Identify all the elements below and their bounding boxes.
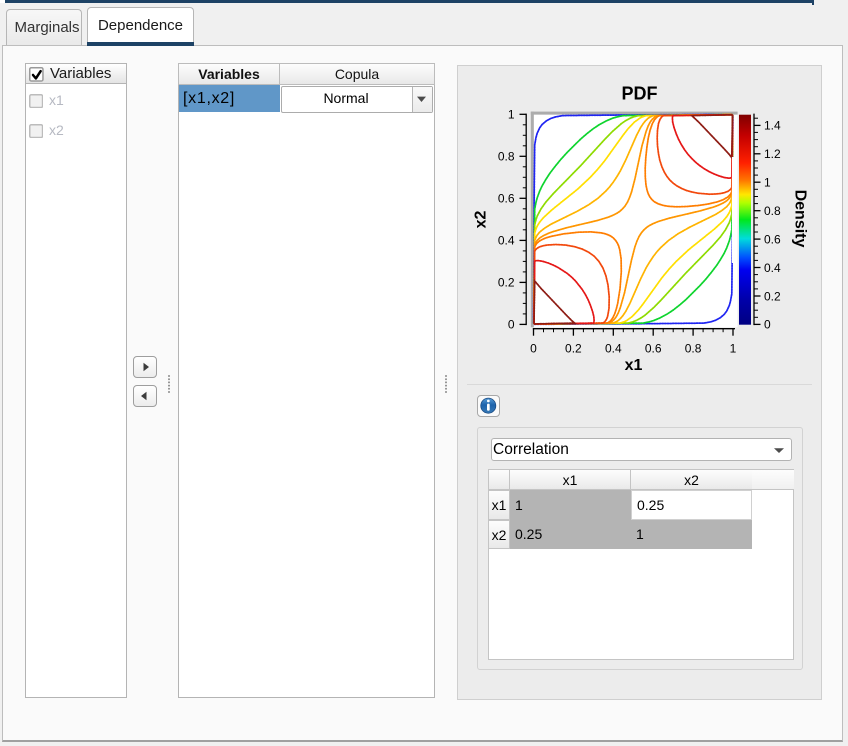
- svg-text:0.4: 0.4: [605, 342, 622, 356]
- svg-text:1: 1: [508, 108, 515, 122]
- svg-text:x1: x1: [625, 357, 643, 374]
- svg-text:0.6: 0.6: [645, 342, 662, 356]
- svg-text:0.2: 0.2: [498, 276, 515, 290]
- svg-text:0: 0: [508, 318, 515, 332]
- svg-text:x2: x2: [473, 211, 490, 229]
- svg-text:0.8: 0.8: [685, 342, 702, 356]
- svg-text:0.6: 0.6: [498, 192, 515, 206]
- svg-text:0.4: 0.4: [764, 261, 781, 275]
- svg-text:0.2: 0.2: [764, 289, 781, 303]
- svg-text:1.2: 1.2: [764, 147, 781, 161]
- svg-text:0: 0: [764, 318, 771, 332]
- svg-text:0: 0: [530, 342, 537, 356]
- svg-text:Density: Density: [792, 190, 809, 248]
- svg-text:1.4: 1.4: [764, 119, 781, 133]
- svg-text:0.8: 0.8: [764, 204, 781, 218]
- svg-text:0.2: 0.2: [565, 342, 582, 356]
- svg-text:1: 1: [730, 342, 737, 356]
- svg-text:PDF: PDF: [622, 84, 658, 104]
- svg-text:1: 1: [764, 176, 771, 190]
- svg-text:0.6: 0.6: [764, 232, 781, 246]
- svg-text:0.4: 0.4: [498, 234, 515, 248]
- svg-text:0.8: 0.8: [498, 150, 515, 164]
